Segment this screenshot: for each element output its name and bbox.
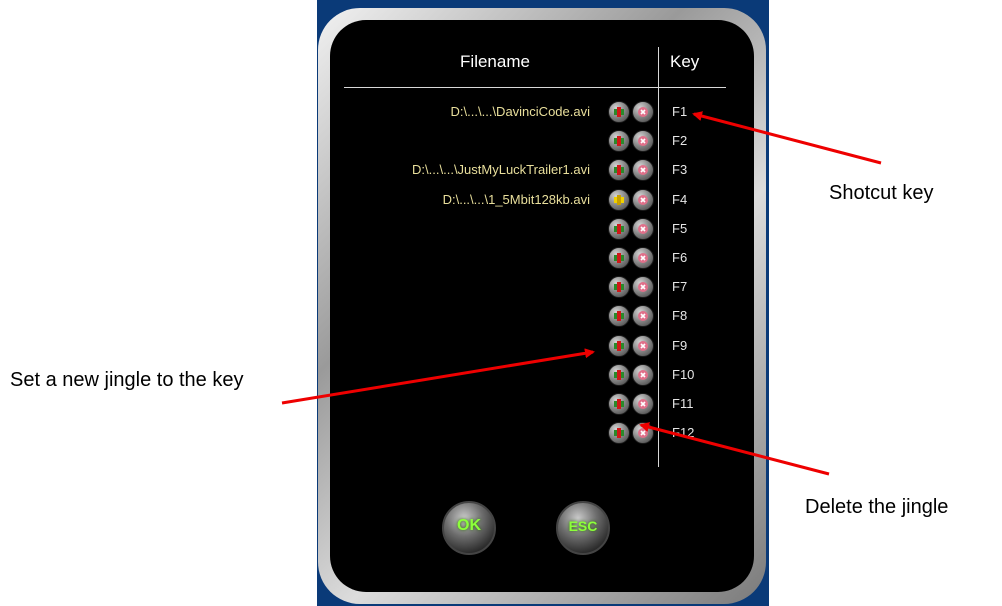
set-jingle-arrow (281, 348, 595, 405)
annotation-arrows (281, 111, 882, 476)
delete-jingle-arrow (639, 422, 830, 476)
shortcut-arrow (692, 111, 882, 165)
